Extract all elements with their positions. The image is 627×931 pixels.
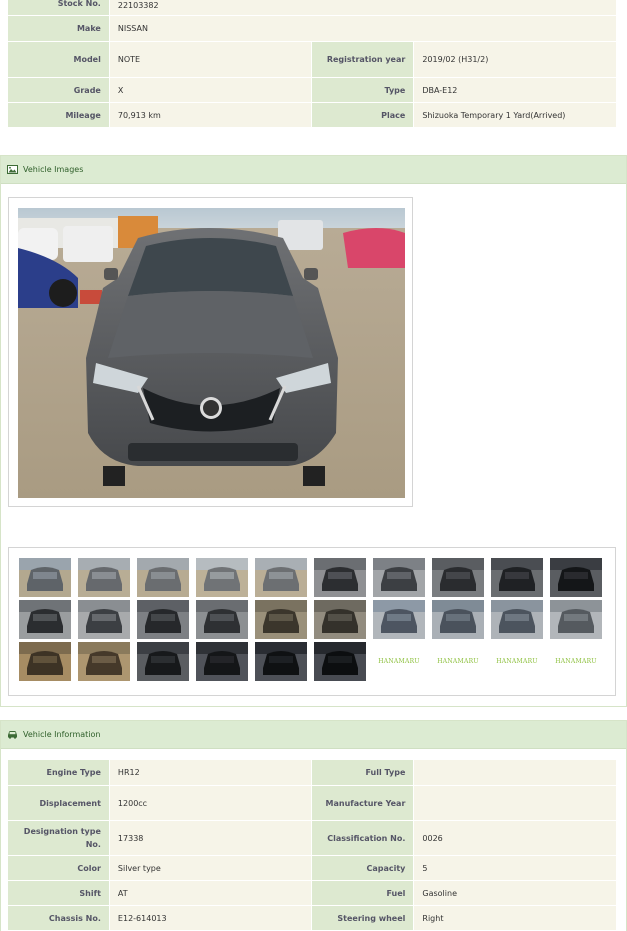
- vehicle-thumbnail[interactable]: [550, 600, 602, 639]
- info-row: Designation type No. 17338 Classificatio…: [8, 821, 617, 856]
- vehicle-spec-table: Stock No. 22103382 Make NISSAN Model NOT…: [8, 0, 617, 128]
- hanamaru-placeholder-thumbnail[interactable]: HANAMARU: [432, 642, 484, 681]
- vehicle-information-title: Vehicle Information: [23, 730, 101, 739]
- spec-row-grade: Grade X Type DBA-E12: [8, 78, 617, 103]
- vehicle-thumbnail[interactable]: [373, 558, 425, 597]
- engine-type-label: Engine Type: [8, 760, 110, 786]
- registration-year-label: Registration year: [312, 42, 415, 78]
- spec-row-mileage: Mileage 70,913 km Place Shizuoka Tempora…: [8, 103, 617, 128]
- vehicle-thumbnail[interactable]: [255, 642, 307, 681]
- model-label: Model: [8, 42, 110, 78]
- type-value: DBA-E12: [414, 78, 617, 103]
- vehicle-images-heading: Vehicle Images: [1, 156, 626, 184]
- designation-type-value: 17338: [109, 821, 313, 856]
- spec-row-make: Make NISSAN: [8, 16, 617, 42]
- steering-wheel-label: Steering wheel: [312, 906, 415, 931]
- registration-year-value: 2019/02 (H31/2): [414, 42, 617, 78]
- hanamaru-placeholder-thumbnail[interactable]: HANAMARU: [491, 642, 543, 681]
- steering-wheel-value: Right: [414, 906, 617, 931]
- vehicle-thumbnail[interactable]: [314, 558, 366, 597]
- type-label: Type: [312, 78, 415, 103]
- vehicle-thumbnail[interactable]: [314, 600, 366, 639]
- info-row: Shift AT Fuel Gasoline: [8, 881, 617, 906]
- fuel-label: Fuel: [312, 881, 415, 906]
- info-row: Engine Type HR12 Full Type: [8, 760, 617, 786]
- vehicle-thumbnail[interactable]: [137, 600, 189, 639]
- classification-no-value: 0026: [414, 821, 617, 856]
- displacement-label: Displacement: [8, 786, 110, 821]
- vehicle-thumbnail[interactable]: [255, 558, 307, 597]
- place-value: Shizuoka Temporary 1 Yard(Arrived): [414, 103, 617, 128]
- model-value: NOTE: [109, 42, 313, 78]
- shift-value: AT: [109, 881, 313, 906]
- vehicle-thumbnail[interactable]: [491, 558, 543, 597]
- picture-icon: [7, 165, 18, 174]
- vehicle-thumbnail[interactable]: [373, 600, 425, 639]
- vehicle-thumbnail[interactable]: [314, 642, 366, 681]
- color-label: Color: [8, 856, 110, 881]
- info-row: Displacement 1200cc Manufacture Year: [8, 786, 617, 821]
- vehicle-thumbnail[interactable]: [19, 558, 71, 597]
- vehicle-thumbnail[interactable]: [196, 600, 248, 639]
- vehicle-images-title: Vehicle Images: [23, 165, 84, 174]
- thumbnail-gallery: HANAMARU HANAMARU HANAMARU HANAMARU: [8, 547, 616, 696]
- full-type-label: Full Type: [312, 760, 415, 786]
- capacity-value: 5: [414, 856, 617, 881]
- vehicle-thumbnail[interactable]: [196, 642, 248, 681]
- hanamaru-placeholder-thumbnail[interactable]: HANAMARU: [550, 642, 602, 681]
- fuel-value: Gasoline: [414, 881, 617, 906]
- full-type-value: [414, 760, 617, 786]
- vehicle-thumbnail[interactable]: [78, 558, 130, 597]
- grade-value: X: [109, 78, 313, 103]
- mileage-label: Mileage: [8, 103, 110, 128]
- car-icon: [7, 730, 18, 739]
- vehicle-thumbnail[interactable]: [550, 558, 602, 597]
- stock-no-label: Stock No.: [8, 0, 110, 16]
- place-label: Place: [312, 103, 415, 128]
- manufacture-year-label: Manufacture Year: [312, 786, 415, 821]
- make-label: Make: [8, 16, 110, 42]
- vehicle-thumbnail[interactable]: [137, 642, 189, 681]
- engine-type-value: HR12: [109, 760, 313, 786]
- chassis-no-value: E12-614013: [109, 906, 313, 931]
- chassis-no-label: Chassis No.: [8, 906, 110, 931]
- classification-no-label: Classification No.: [312, 821, 415, 856]
- vehicle-thumbnail[interactable]: [255, 600, 307, 639]
- vehicle-thumbnail[interactable]: [196, 558, 248, 597]
- info-row: Chassis No. E12-614013 Steering wheel Ri…: [8, 906, 617, 931]
- displacement-value: 1200cc: [109, 786, 313, 821]
- vehicle-information-heading: Vehicle Information: [1, 721, 626, 749]
- vehicle-thumbnail[interactable]: [19, 642, 71, 681]
- vehicle-thumbnail[interactable]: [432, 600, 484, 639]
- vehicle-thumbnail[interactable]: [432, 558, 484, 597]
- spec-row-model: Model NOTE Registration year 2019/02 (H3…: [8, 42, 617, 78]
- stock-no-value: 22103382: [109, 0, 617, 16]
- main-vehicle-image[interactable]: [18, 208, 405, 498]
- mileage-value: 70,913 km: [109, 103, 313, 128]
- vehicle-thumbnail[interactable]: [19, 600, 71, 639]
- info-row: Color Silver type Capacity 5: [8, 856, 617, 881]
- color-value: Silver type: [109, 856, 313, 881]
- main-image-frame: [8, 197, 413, 507]
- capacity-label: Capacity: [312, 856, 415, 881]
- vehicle-thumbnail[interactable]: [78, 642, 130, 681]
- vehicle-thumbnail[interactable]: [78, 600, 130, 639]
- vehicle-thumbnail[interactable]: [137, 558, 189, 597]
- hanamaru-placeholder-thumbnail[interactable]: HANAMARU: [373, 642, 425, 681]
- manufacture-year-value: [414, 786, 617, 821]
- vehicle-information-table: Engine Type HR12 Full Type Displacement …: [8, 760, 617, 931]
- designation-type-label: Designation type No.: [8, 821, 110, 856]
- vehicle-thumbnail[interactable]: [491, 600, 543, 639]
- spec-row-stock: Stock No. 22103382: [8, 0, 617, 16]
- make-value: NISSAN: [109, 16, 617, 42]
- shift-label: Shift: [8, 881, 110, 906]
- grade-label: Grade: [8, 78, 110, 103]
